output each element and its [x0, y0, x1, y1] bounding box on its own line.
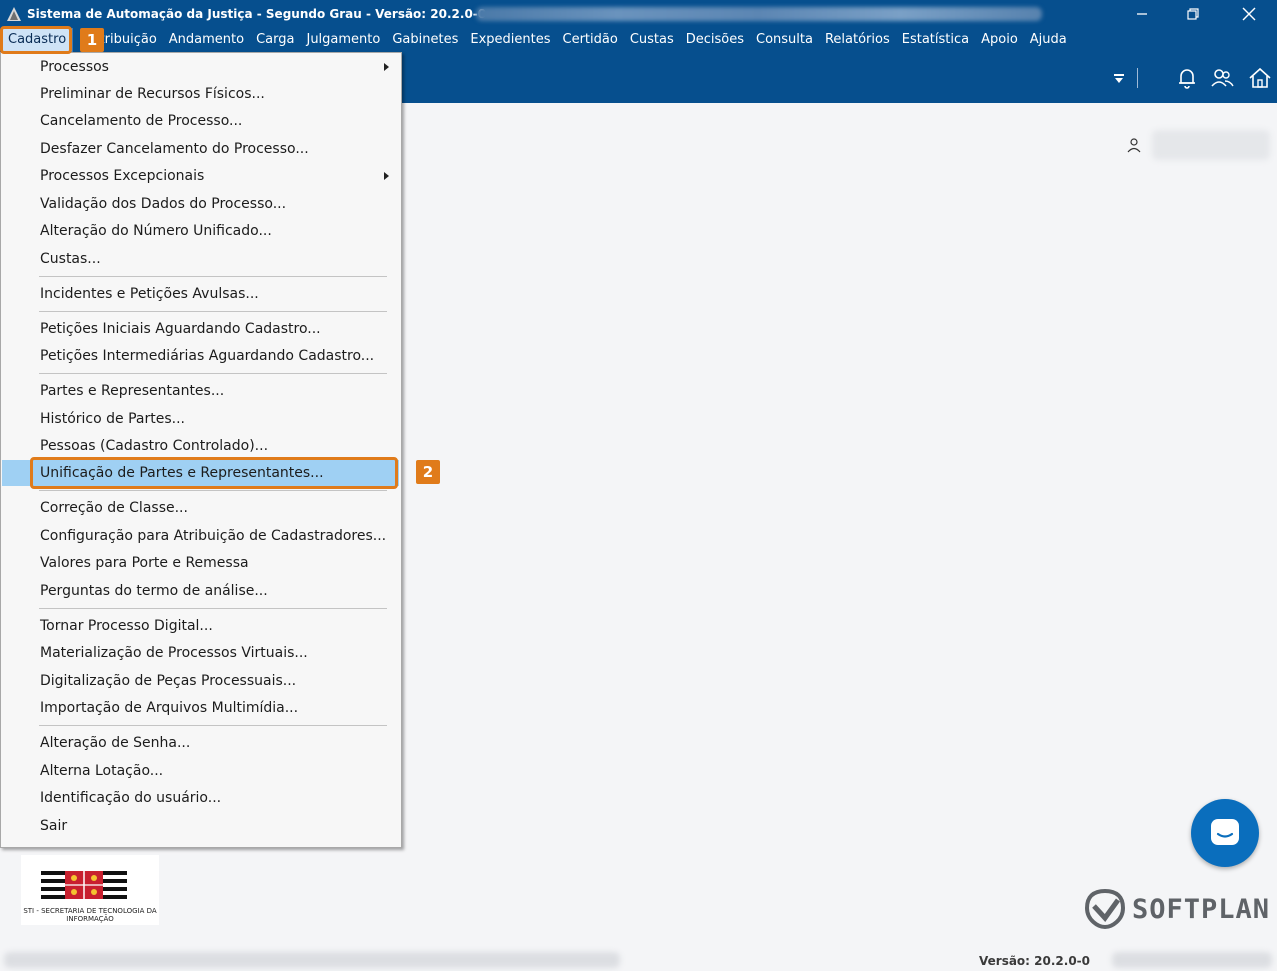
- menuitem-label: Processos: [40, 59, 109, 75]
- menuitem-materializacao[interactable]: Materialização de Processos Virtuais...: [2, 640, 399, 666]
- menuitem-perguntas-termo[interactable]: Perguntas do termo de análise...: [2, 578, 399, 604]
- menu-separator: [39, 373, 387, 374]
- menuitem-alteracao-numero[interactable]: Alteração do Número Unificado...: [2, 218, 399, 244]
- menuitem-preliminar-recursos[interactable]: Preliminar de Recursos Físicos...: [2, 81, 399, 107]
- menu-separator: [39, 725, 387, 726]
- menu-carga[interactable]: Carga: [250, 29, 300, 51]
- users-icon[interactable]: [1210, 66, 1234, 90]
- menuitem-identificacao-usuario[interactable]: Identificação do usuário...: [2, 785, 399, 811]
- menu-ajuda[interactable]: Ajuda: [1024, 29, 1073, 51]
- menuitem-peticoes-intermediarias[interactable]: Petições Intermediárias Aguardando Cadas…: [2, 343, 399, 369]
- menuitem-partes-representantes[interactable]: Partes e Representantes...: [2, 378, 399, 404]
- menuitem-correcao-classe[interactable]: Correção de Classe...: [2, 495, 399, 521]
- close-icon: [1242, 7, 1256, 20]
- softplan-logo: SOFTPLAN: [1084, 888, 1270, 930]
- redacted-status-info: [4, 952, 620, 968]
- restore-button[interactable]: [1170, 0, 1216, 27]
- chat-button[interactable]: [1191, 799, 1259, 867]
- menuitem-processos[interactable]: Processos: [2, 54, 399, 80]
- chat-icon: [1211, 819, 1239, 845]
- callout-box-cadastro: [0, 26, 72, 54]
- menu-custas[interactable]: Custas: [624, 29, 680, 51]
- redacted-user-name: [1152, 130, 1270, 160]
- app-logo-icon: [5, 5, 23, 23]
- menu-gabinetes[interactable]: Gabinetes: [386, 29, 464, 51]
- close-button[interactable]: [1226, 0, 1272, 27]
- user-indicator[interactable]: [1126, 130, 1270, 160]
- menuitem-desfazer-cancelamento[interactable]: Desfazer Cancelamento do Processo...: [2, 136, 399, 162]
- menuitem-historico-partes[interactable]: Histórico de Partes...: [2, 406, 399, 432]
- sti-emblem-icon: [41, 871, 127, 899]
- menuitem-digitalizacao[interactable]: Digitalização de Peças Processuais...: [2, 668, 399, 694]
- window-title: Sistema de Automação da Justiça - Segund…: [27, 6, 496, 21]
- menuitem-validacao-dados[interactable]: Validação dos Dados do Processo...: [2, 191, 399, 217]
- submenu-arrow-icon: [384, 172, 389, 180]
- dropdown-icon[interactable]: [1107, 66, 1131, 90]
- minimize-button[interactable]: [1119, 0, 1165, 27]
- menu-separator: [39, 276, 387, 277]
- menuitem-alteracao-senha[interactable]: Alteração de Senha...: [2, 730, 399, 756]
- title-bar: Sistema de Automação da Justiça - Segund…: [0, 0, 1277, 27]
- restore-icon: [1187, 7, 1199, 20]
- menuitem-valores-porte[interactable]: Valores para Porte e Remessa: [2, 550, 399, 576]
- minimize-icon: [1137, 12, 1147, 15]
- cadastro-dropdown-menu: Processos Preliminar de Recursos Físicos…: [0, 52, 402, 848]
- sti-caption: STI - SECRETARIA DE TECNOLOGIA DA INFORM…: [23, 907, 157, 923]
- submenu-arrow-icon: [384, 63, 389, 71]
- menu-decisoes[interactable]: Decisões: [680, 29, 750, 51]
- menuitem-importacao-multimidia[interactable]: Importação de Arquivos Multimídia...: [2, 695, 399, 721]
- menu-separator: [39, 490, 387, 491]
- softplan-shield-icon: [1084, 888, 1126, 930]
- user-icon: [1127, 138, 1141, 153]
- toolbar-separator: [1137, 68, 1138, 88]
- menu-expedientes[interactable]: Expedientes: [464, 29, 556, 51]
- version-label: Versão: 20.2.0-0: [979, 954, 1090, 968]
- menuitem-configuracao-cadastradores[interactable]: Configuração para Atribuição de Cadastra…: [2, 523, 399, 549]
- bell-icon[interactable]: [1175, 66, 1199, 90]
- menu-certidao[interactable]: Certidão: [557, 29, 624, 51]
- menu-bar: Cadastro Distribuição Andamento Carga Ju…: [0, 27, 1277, 52]
- menuitem-label: Processos Excepcionais: [40, 168, 205, 184]
- menu-apoio[interactable]: Apoio: [975, 29, 1024, 51]
- menu-julgamento[interactable]: Julgamento: [300, 29, 386, 51]
- menu-separator: [39, 311, 387, 312]
- menuitem-processos-excepcionais[interactable]: Processos Excepcionais: [2, 163, 399, 189]
- menuitem-custas[interactable]: Custas...: [2, 246, 399, 272]
- menuitem-tornar-digital[interactable]: Tornar Processo Digital...: [2, 613, 399, 639]
- callout-badge-1: 1: [80, 28, 104, 52]
- softplan-text: SOFTPLAN: [1132, 893, 1271, 925]
- menu-andamento[interactable]: Andamento: [163, 29, 250, 51]
- menuitem-sair[interactable]: Sair: [2, 813, 399, 839]
- menu-relatorios[interactable]: Relatórios: [819, 29, 896, 51]
- menu-separator: [39, 608, 387, 609]
- sti-logo: STI - SECRETARIA DE TECNOLOGIA DA INFORM…: [21, 855, 159, 925]
- callout-box-unificacao: [30, 457, 398, 489]
- menuitem-alterna-lotacao[interactable]: Alterna Lotação...: [2, 758, 399, 784]
- callout-badge-2: 2: [416, 460, 440, 484]
- menu-consulta[interactable]: Consulta: [750, 29, 819, 51]
- redacted-status-info-right: [1112, 952, 1272, 968]
- menuitem-peticoes-iniciais[interactable]: Petições Iniciais Aguardando Cadastro...: [2, 316, 399, 342]
- home-icon[interactable]: [1248, 66, 1272, 90]
- menu-estatistica[interactable]: Estatística: [896, 29, 975, 51]
- menuitem-incidentes-peticoes[interactable]: Incidentes e Petições Avulsas...: [2, 281, 399, 307]
- redacted-title-info: [476, 7, 1042, 21]
- menuitem-pessoas[interactable]: Pessoas (Cadastro Controlado)...: [2, 433, 399, 459]
- menuitem-cancelamento-processo[interactable]: Cancelamento de Processo...: [2, 108, 399, 134]
